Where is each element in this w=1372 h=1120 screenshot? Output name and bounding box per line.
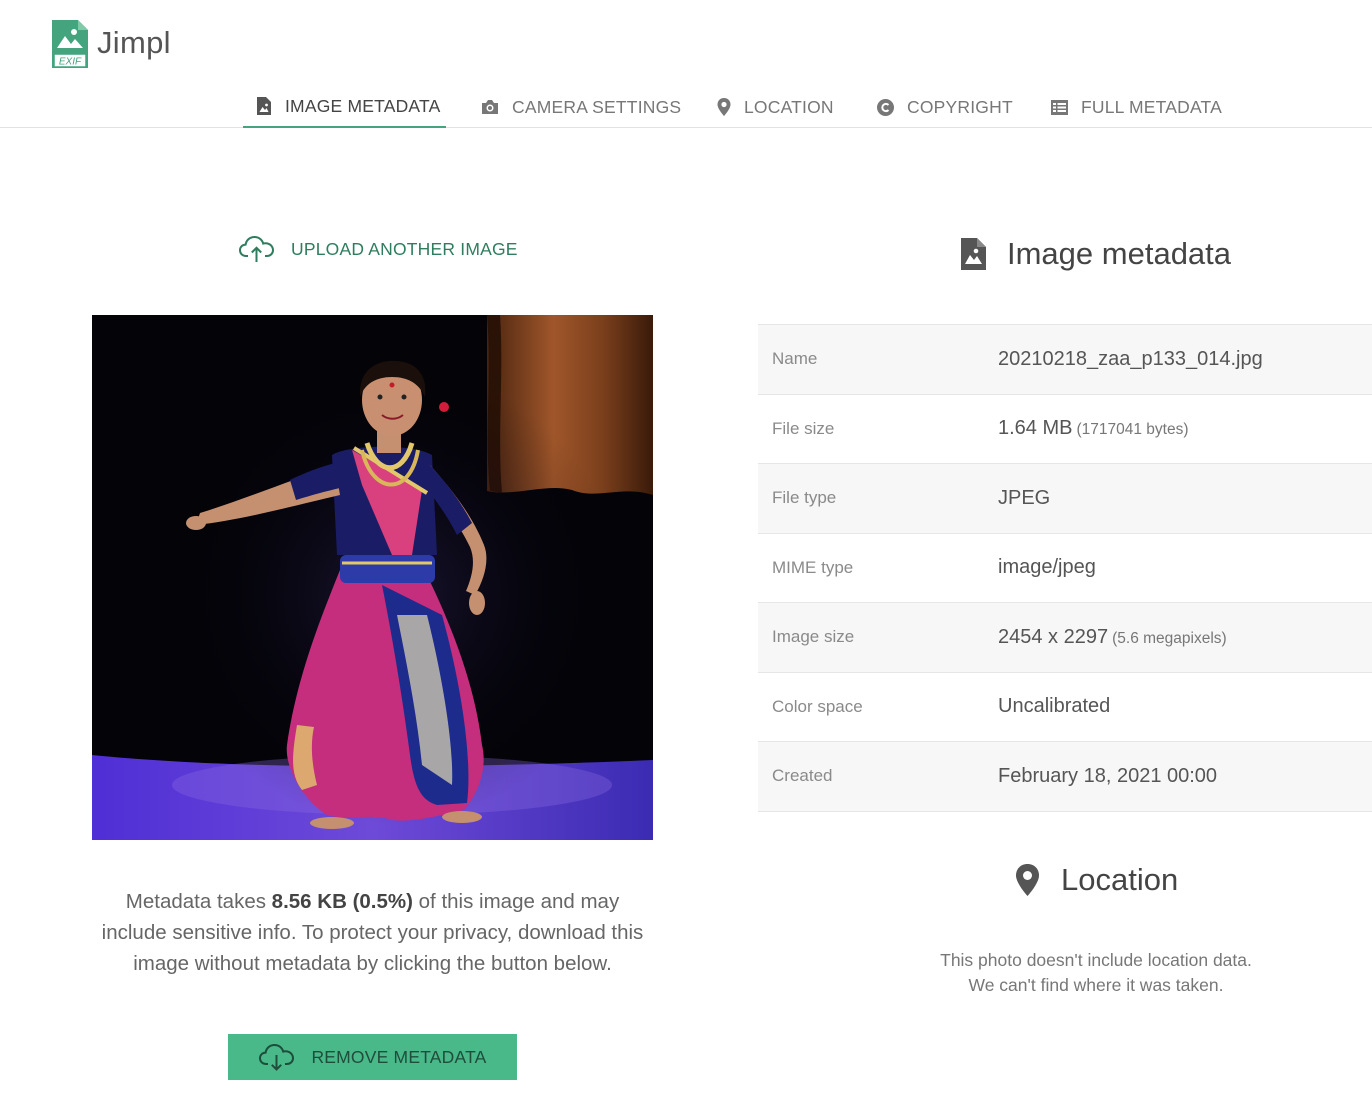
logo-badge-text: EXIF — [59, 57, 82, 68]
location-message-line: We can't find where it was taken. — [968, 975, 1224, 995]
table-row: Color space Uncalibrated — [758, 673, 1372, 742]
list-icon — [1051, 99, 1068, 115]
table-row: Name 20210218_zaa_p133_014.jpg — [758, 325, 1372, 395]
row-label: Color space — [772, 696, 863, 716]
row-label: MIME type — [772, 557, 854, 577]
row-value: Uncalibrated — [998, 695, 1111, 718]
location-heading: Location — [1014, 862, 1178, 898]
row-label: Created — [772, 766, 833, 786]
image-metadata-heading: Image metadata — [960, 236, 1231, 272]
remove-metadata-button[interactable]: REMOVE METADATA — [228, 1034, 517, 1080]
table-row: File size 1.64 MB (1717041 bytes) — [758, 395, 1372, 464]
section-title-text: Location — [1061, 862, 1179, 897]
file-image-icon — [257, 97, 271, 115]
metadata-size-value: 8.56 KB (0.5%) — [271, 890, 413, 913]
tab-label: COPYRIGHT — [907, 96, 1013, 117]
row-value: JPEG — [998, 486, 1051, 509]
row-label: Image size — [772, 627, 855, 647]
row-sub-value: (1717041 bytes) — [1076, 421, 1189, 439]
app-logo[interactable]: EXIF Jimpl — [50, 18, 171, 70]
upload-label: UPLOAD ANOTHER IMAGE — [291, 238, 518, 259]
note-prefix: Metadata takes — [125, 890, 272, 913]
row-value: 2454 x 2297 (5.6 megapixels) — [998, 625, 1227, 648]
cloud-upload-icon — [238, 235, 275, 262]
metadata-table: Name 20210218_zaa_p133_014.jpg File size… — [758, 324, 1372, 812]
row-value: image/jpeg — [998, 556, 1096, 579]
section-title-text: Image metadata — [1007, 236, 1232, 271]
map-pin-icon — [1016, 864, 1039, 896]
app-name: Jimpl — [97, 25, 171, 60]
exif-file-icon: EXIF — [50, 18, 90, 70]
metadata-size-note: Metadata takes 8.56 KB (0.5%) of this im… — [92, 886, 653, 979]
table-row: MIME type image/jpeg — [758, 534, 1372, 603]
map-pin-icon — [717, 98, 731, 116]
uploaded-image — [92, 315, 653, 840]
copyright-icon — [877, 98, 894, 116]
row-sub-value: (5.6 megapixels) — [1112, 629, 1227, 647]
table-row: File type JPEG — [758, 464, 1372, 534]
table-row: Created February 18, 2021 00:00 — [758, 742, 1372, 812]
table-row: Image size 2454 x 2297 (5.6 megapixels) — [758, 603, 1372, 673]
tab-label: LOCATION — [744, 96, 834, 117]
remove-metadata-label: REMOVE METADATA — [311, 1046, 487, 1067]
tab-copyright[interactable]: COPYRIGHT — [876, 86, 1013, 128]
tab-label: IMAGE METADATA — [285, 95, 441, 116]
row-value: 1.64 MB (1717041 bytes) — [998, 417, 1189, 440]
upload-another-image-link[interactable]: UPLOAD ANOTHER IMAGE — [238, 234, 518, 264]
location-empty-message: This photo doesn't include location data… — [758, 948, 1372, 998]
location-message-line: This photo doesn't include location data… — [940, 950, 1252, 970]
tab-label: CAMERA SETTINGS — [512, 96, 682, 117]
cloud-download-icon — [259, 1043, 295, 1071]
tab-camera-settings[interactable]: CAMERA SETTINGS — [480, 86, 681, 128]
tab-location[interactable]: LOCATION — [716, 86, 834, 128]
main-nav: IMAGE METADATA CAMERA SETTINGS LOCATION … — [0, 86, 1372, 128]
camera-icon — [482, 100, 498, 114]
row-value: February 18, 2021 00:00 — [998, 764, 1218, 787]
tab-label: FULL METADATA — [1081, 96, 1222, 117]
row-label: File size — [772, 418, 835, 438]
row-label: Name — [772, 349, 818, 369]
tab-image-metadata[interactable]: IMAGE METADATA — [243, 86, 446, 128]
tab-full-metadata[interactable]: FULL METADATA — [1050, 86, 1222, 128]
row-value: 20210218_zaa_p133_014.jpg — [998, 347, 1263, 370]
file-image-icon — [961, 238, 986, 270]
row-label: File type — [772, 488, 837, 508]
